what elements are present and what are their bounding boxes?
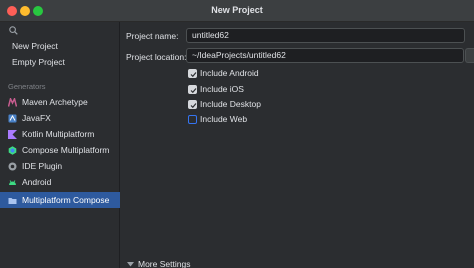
sidebar-item-label: Kotlin Multiplatform	[22, 129, 95, 139]
project-type-sidebar: New Project Empty Project Generators Mav…	[0, 22, 120, 268]
folder-icon	[8, 198, 17, 204]
javafx-icon	[8, 114, 17, 123]
sidebar-item-label: Compose Multiplatform	[22, 145, 110, 155]
project-settings-panel: Project name: untitled62 Project locatio…	[121, 22, 474, 268]
project-location-label: Project location:	[126, 52, 187, 62]
checkbox-label: Include Web	[200, 114, 248, 124]
checkbox-unchecked-icon	[188, 115, 197, 124]
sidebar-item-label: IDE Plugin	[22, 161, 63, 171]
sidebar-item-compose-multiplatform[interactable]: Compose Multiplatform	[0, 142, 120, 158]
sidebar-item-label: Multiplatform Compose	[22, 195, 110, 205]
sidebar-item-ide-plugin[interactable]: IDE Plugin	[0, 158, 120, 174]
checkbox-checked-icon	[188, 69, 197, 78]
search-icon	[9, 26, 18, 35]
sidebar-item-empty-project[interactable]: Empty Project	[0, 54, 120, 70]
generators-section-label: Generators	[8, 82, 46, 91]
sidebar-search[interactable]	[4, 24, 116, 38]
sidebar-item-new-project[interactable]: New Project	[0, 38, 120, 54]
sidebar-item-android[interactable]: Android	[0, 174, 120, 190]
project-location-input[interactable]: ~/IdeaProjects/untitled62	[186, 48, 464, 63]
checkbox-label: Include Desktop	[200, 99, 261, 109]
checkbox-checked-icon	[188, 85, 197, 94]
sidebar-item-label: Android	[22, 177, 52, 187]
sidebar-item-label: JavaFX	[22, 113, 51, 123]
browse-folder-button[interactable]	[465, 48, 474, 63]
project-name-label: Project name:	[126, 31, 179, 41]
sidebar-item-maven-archetype[interactable]: Maven Archetype	[0, 94, 120, 110]
sidebar-item-kotlin-multiplatform[interactable]: Kotlin Multiplatform	[0, 126, 120, 142]
more-settings-label: More Settings	[138, 259, 191, 268]
plugin-icon	[8, 162, 17, 171]
sidebar-item-label: Maven Archetype	[22, 97, 88, 107]
kotlin-icon	[8, 130, 17, 139]
android-icon	[9, 180, 16, 185]
checkbox-checked-icon	[188, 100, 197, 109]
sidebar-item-javafx[interactable]: JavaFX	[0, 110, 120, 126]
checkbox-label: Include Android	[200, 68, 259, 78]
chevron-down-icon	[127, 262, 134, 267]
compose-icon	[8, 146, 17, 155]
title-bar: New Project	[0, 0, 474, 22]
project-name-input[interactable]: untitled62	[186, 28, 465, 43]
maven-icon	[8, 98, 17, 107]
window-title: New Project	[211, 5, 263, 15]
checkbox-label: Include iOS	[200, 84, 244, 94]
sidebar-item-multiplatform-compose[interactable]: Multiplatform Compose	[0, 192, 120, 208]
